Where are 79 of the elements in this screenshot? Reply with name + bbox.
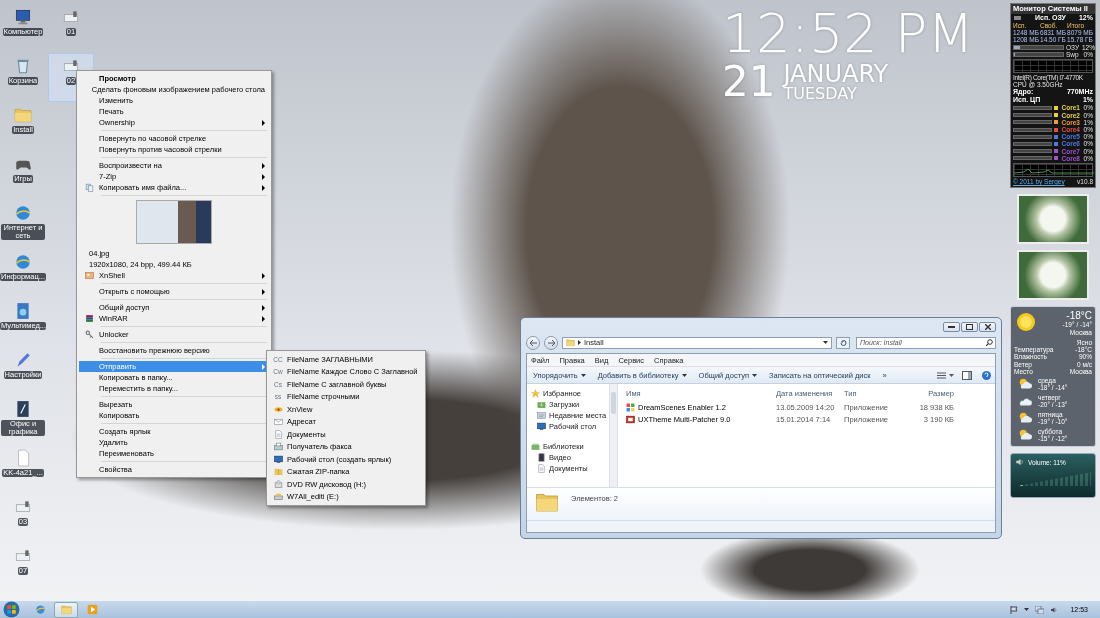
zip-folder-icon: [273, 467, 283, 477]
eye-icon: [273, 404, 283, 414]
library-icon: [531, 442, 540, 451]
hard-drive-icon: [273, 492, 283, 502]
flag-icon[interactable]: [1010, 605, 1019, 614]
photo-placeholder: [1017, 194, 1089, 245]
submenu-arrow-icon: [262, 272, 265, 279]
submenu-arrow-icon: [262, 363, 265, 370]
caret-icon: [823, 341, 828, 344]
play-icon: [86, 604, 98, 615]
core-usage-bar: [1013, 120, 1052, 125]
speaker-icon: [1015, 457, 1025, 468]
key-icon: [84, 330, 94, 339]
clock-day: 21: [722, 62, 776, 102]
back-button[interactable]: [526, 335, 540, 350]
core-usage-bar: [1013, 113, 1052, 118]
browser-icon: [34, 604, 46, 615]
document-icon: [537, 464, 546, 473]
show-hidden-icons-icon[interactable]: [1024, 608, 1030, 611]
globe-icon: [14, 204, 32, 222]
photo-placeholder: [1017, 250, 1089, 301]
caret-icon: [949, 373, 954, 377]
globe-icon: [14, 253, 32, 271]
folder-icon: [566, 338, 575, 347]
caret-icon: [752, 373, 757, 377]
refresh-icon: [839, 339, 847, 346]
app-icon: [626, 403, 635, 412]
envelope-icon: [273, 417, 283, 427]
list-view-icon: [937, 371, 946, 379]
close-button[interactable]: [979, 321, 996, 332]
forward-button[interactable]: [544, 335, 558, 350]
preview-pane-icon[interactable]: [962, 370, 972, 380]
caret-icon: [580, 373, 586, 377]
core-usage-bar: [1013, 106, 1052, 110]
clock-weekday: TUESDAY: [783, 86, 857, 102]
maximize-button[interactable]: [961, 321, 978, 332]
core-usage-bar: [1013, 142, 1052, 147]
speaker-icon[interactable]: [1050, 605, 1059, 614]
chip-icon: [1013, 15, 1022, 21]
fax-icon: [273, 442, 283, 452]
copy-icon: [84, 183, 94, 192]
pen-icon: [14, 351, 32, 369]
image-icon: [84, 271, 94, 280]
folder-icon: [14, 106, 32, 124]
notepad-icon: [14, 400, 32, 418]
core-usage-bar: [1013, 149, 1052, 154]
desktop-icon: [537, 422, 546, 431]
back-arrow-icon: [529, 339, 537, 346]
close-icon: [984, 323, 991, 330]
clock-time: 12:52 PM: [722, 6, 974, 62]
books-icon: [84, 314, 94, 323]
document-icon: [273, 429, 283, 439]
download-icon: [537, 400, 546, 409]
trash-bin-icon: [14, 57, 32, 75]
submenu-arrow-icon: [262, 288, 265, 295]
start-orb-icon[interactable]: [3, 601, 20, 618]
film-icon: [537, 453, 546, 462]
maximize-icon: [966, 323, 973, 330]
monitor-icon: [14, 8, 32, 26]
desktop-icon: [273, 454, 283, 464]
submenu-arrow-icon: [262, 119, 265, 126]
temperature: -18°C: [1066, 310, 1092, 322]
breadcrumb-arrow-icon: [578, 340, 581, 345]
dvd-drive-icon: [273, 479, 283, 489]
forward-arrow-icon: [547, 339, 555, 346]
clock-month: JANUARY: [783, 62, 889, 86]
refresh-button[interactable]: [836, 336, 850, 349]
core-usage-bar: [1013, 134, 1052, 139]
view-options-button[interactable]: [937, 371, 954, 379]
core-usage-bar: [1013, 127, 1052, 132]
folder-icon: [60, 604, 72, 615]
star-icon: [531, 389, 540, 398]
minimize-button[interactable]: [943, 321, 960, 332]
recent-places-icon: [537, 411, 546, 420]
caret-icon: [681, 373, 687, 377]
core-usage-bar: [1013, 156, 1052, 161]
help-icon[interactable]: [982, 370, 991, 380]
patch-icon: [626, 415, 635, 424]
minimize-icon: [948, 325, 955, 328]
